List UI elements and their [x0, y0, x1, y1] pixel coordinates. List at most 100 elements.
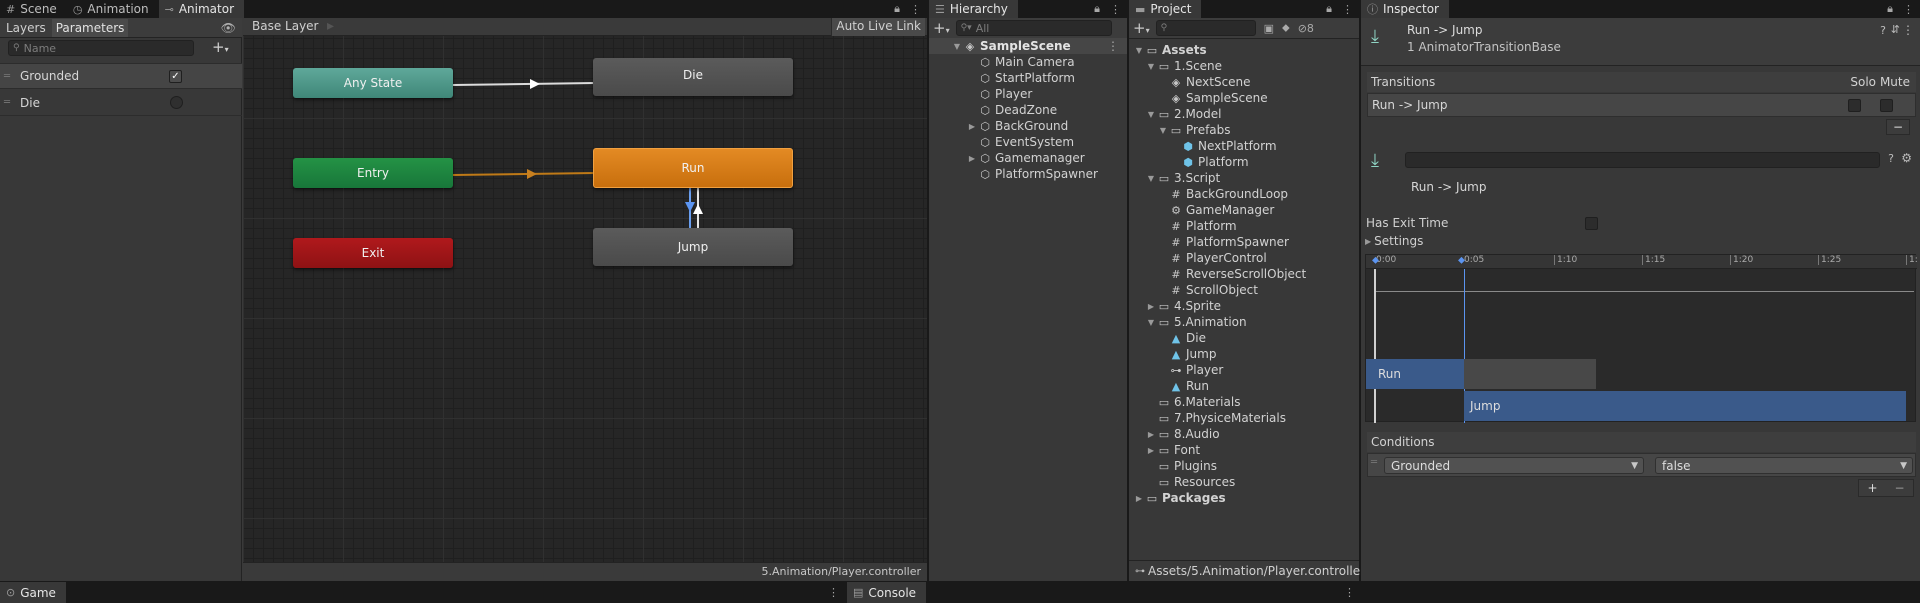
folder-audio[interactable]: ▶ ▭ 8.Audio: [1145, 426, 1220, 442]
timeline-ruler[interactable]: 0:00 0:05 1:10 1:15 1:20 1:25 1: ⬥ ⬥: [1366, 255, 1918, 269]
parameter-search-input[interactable]: ⚲ Name: [8, 40, 194, 56]
filter-label-icon[interactable]: ⬥: [1282, 21, 1290, 35]
asset-scene[interactable]: ◈ NextScene: [1169, 74, 1251, 90]
state-any-state[interactable]: Any State: [293, 68, 453, 98]
drag-handle-icon[interactable]: ═: [1371, 457, 1377, 468]
hierarchy-item[interactable]: ⬡ DeadZone: [978, 102, 1057, 118]
transition-name-field[interactable]: [1405, 152, 1880, 168]
expand-arrow-icon[interactable]: ▶: [1145, 446, 1157, 455]
trigger-radio[interactable]: [170, 96, 183, 109]
folder-font[interactable]: ▶ ▭ Font: [1145, 442, 1200, 458]
asset-scene[interactable]: ◈ SampleScene: [1169, 90, 1268, 106]
tab-game[interactable]: ⊙ Game: [0, 582, 66, 603]
expand-arrow-icon[interactable]: ▼: [1157, 126, 1169, 135]
help-icon[interactable]: ?: [1888, 152, 1894, 165]
state-jump[interactable]: Jump: [593, 228, 793, 266]
asset-script[interactable]: # ReverseScrollObject: [1169, 266, 1306, 282]
drag-handle-icon[interactable]: ═: [0, 71, 14, 82]
timeline-bar-jump[interactable]: Jump: [1464, 391, 1906, 421]
mute-checkbox[interactable]: [1880, 98, 1893, 112]
tab-animator[interactable]: ⊸ Animator: [158, 0, 244, 18]
tab-console[interactable]: ▤ Console: [847, 582, 927, 603]
asset-animation-clip[interactable]: ▲ Die: [1169, 330, 1206, 346]
folder-plugins[interactable]: ▭ Plugins: [1157, 458, 1217, 474]
drag-handle-icon[interactable]: ═: [0, 97, 14, 108]
expand-arrow-icon[interactable]: ▼: [1145, 318, 1157, 327]
asset-script[interactable]: ⚙ GameManager: [1169, 202, 1274, 218]
state-exit[interactable]: Exit: [293, 238, 453, 268]
layers-tab[interactable]: Layers: [0, 21, 52, 35]
parameter-row-die[interactable]: ═ Die: [0, 90, 242, 116]
transition-end-marker-icon[interactable]: ⬥: [1458, 255, 1465, 266]
add-parameter-button[interactable]: +▾: [212, 38, 229, 56]
grounded-checkbox[interactable]: ✓: [169, 69, 182, 83]
project-search-input[interactable]: ⚲: [1155, 20, 1256, 36]
folder-resources[interactable]: ▭ Resources: [1157, 474, 1236, 490]
preset-icon[interactable]: ⇵: [1891, 23, 1900, 36]
filter-type-icon[interactable]: ▣: [1264, 22, 1274, 35]
expand-arrow-icon[interactable]: ▼: [1133, 46, 1145, 55]
hierarchy-item[interactable]: ⬡ Main Camera: [978, 54, 1074, 70]
gear-icon[interactable]: ⚙: [1901, 151, 1912, 165]
expand-arrow-icon[interactable]: ▼: [1145, 110, 1157, 119]
hierarchy-item[interactable]: ⬡ StartPlatform: [978, 70, 1075, 86]
asset-script[interactable]: # PlatformSpawner: [1169, 234, 1289, 250]
timeline-bar-run[interactable]: Run: [1366, 359, 1464, 389]
animator-graph[interactable]: Base Layer ▸ Auto Live Link Any State En…: [243, 18, 927, 581]
transition-start-marker-icon[interactable]: ⬥: [1372, 255, 1379, 266]
expand-arrow-icon[interactable]: ▼: [1145, 174, 1157, 183]
add-condition-button[interactable]: +: [1867, 481, 1877, 495]
asset-animator-controller[interactable]: ⊶ Player: [1169, 362, 1224, 378]
folder-model[interactable]: ▼ ▭ 2.Model: [1145, 106, 1222, 122]
lock-icon[interactable]: 🔒︎: [1094, 2, 1100, 16]
more-menu-icon[interactable]: ⋮: [1344, 586, 1355, 599]
folder-animation[interactable]: ▼ ▭ 5.Animation: [1145, 314, 1247, 330]
hierarchy-item[interactable]: ⬡ Player: [978, 86, 1032, 102]
condition-value-dropdown[interactable]: false ▼: [1655, 457, 1913, 474]
hierarchy-item[interactable]: ▶ ⬡ BackGround: [966, 118, 1068, 134]
has-exit-time-checkbox[interactable]: [1585, 217, 1598, 230]
expand-arrow-icon[interactable]: ▶: [966, 154, 978, 163]
folder-sprite[interactable]: ▶ ▭ 4.Sprite: [1145, 298, 1221, 314]
state-run-default[interactable]: Run: [593, 148, 793, 188]
lock-icon[interactable]: 🔒︎: [1326, 2, 1332, 16]
state-entry[interactable]: Entry: [293, 158, 453, 188]
create-button[interactable]: +▾: [1129, 19, 1154, 37]
parameters-tab[interactable]: Parameters: [51, 18, 129, 37]
more-menu-icon[interactable]: ⋮: [1342, 3, 1353, 16]
transition-list-item[interactable]: Run -> Jump: [1367, 93, 1916, 117]
transition-timeline[interactable]: 0:00 0:05 1:10 1:15 1:20 1:25 1: ⬥ ⬥ Run…: [1365, 254, 1918, 423]
more-menu-icon[interactable]: ⋮: [910, 3, 921, 16]
asset-script[interactable]: # BackGroundLoop: [1169, 186, 1288, 202]
more-menu-icon[interactable]: ⋮: [828, 586, 839, 599]
hidden-packages-icon[interactable]: ⊘8: [1298, 22, 1314, 35]
more-menu-icon[interactable]: ⋮: [1902, 23, 1914, 37]
expand-arrow-icon[interactable]: ▶: [966, 122, 978, 131]
tab-animation[interactable]: ◷ Animation: [67, 0, 159, 18]
settings-foldout[interactable]: ▶ Settings: [1365, 234, 1423, 248]
transition-entry-run[interactable]: [452, 172, 596, 176]
state-die[interactable]: Die: [593, 58, 793, 96]
folder-assets[interactable]: ▼ ▭ Assets: [1133, 42, 1207, 58]
asset-animation-clip[interactable]: ▲ Jump: [1169, 346, 1217, 362]
asset-prefab[interactable]: ⬢ NextPlatform: [1181, 138, 1276, 154]
folder-script[interactable]: ▼ ▭ 3.Script: [1145, 170, 1220, 186]
remove-condition-button[interactable]: −: [1894, 481, 1904, 495]
hierarchy-search-input[interactable]: ⚲▾ All: [955, 20, 1112, 36]
help-icon[interactable]: ?: [1880, 24, 1886, 37]
folder-materials[interactable]: ▭ 6.Materials: [1157, 394, 1241, 410]
folder-scene[interactable]: ▼ ▭ 1.Scene: [1145, 58, 1222, 74]
solo-checkbox[interactable]: [1848, 98, 1861, 112]
lock-icon[interactable]: 🔒︎: [894, 2, 900, 16]
parameter-row-grounded[interactable]: ═ Grounded ✓: [0, 63, 242, 89]
eye-icon[interactable]: 👁︎: [221, 21, 236, 35]
asset-script[interactable]: # PlayerControl: [1169, 250, 1266, 266]
expand-arrow-icon[interactable]: ▼: [951, 42, 963, 51]
folder-physice-materials[interactable]: ▭ 7.PhysiceMaterials: [1157, 410, 1286, 426]
transition-anystate-die[interactable]: [452, 82, 596, 86]
hierarchy-item[interactable]: ⬡ EventSystem: [978, 134, 1074, 150]
asset-script[interactable]: # ScrollObject: [1169, 282, 1258, 298]
expand-arrow-icon[interactable]: ▼: [1145, 62, 1157, 71]
more-menu-icon[interactable]: ⋮: [1107, 39, 1119, 53]
asset-animation-clip[interactable]: ▲ Run: [1169, 378, 1209, 394]
